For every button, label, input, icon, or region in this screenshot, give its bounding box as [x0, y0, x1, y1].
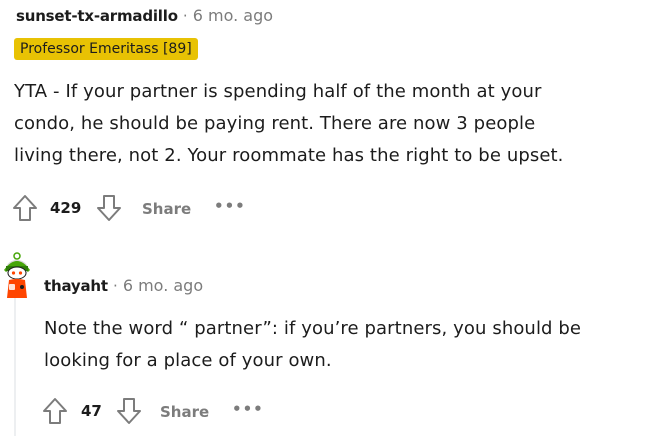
more-options-button[interactable]: ••• [214, 197, 246, 215]
share-button[interactable]: Share [160, 403, 209, 421]
avatar[interactable] [0, 250, 34, 306]
comment-meta: thayaht · 6 mo. ago [44, 276, 203, 295]
timestamp[interactable]: 6 mo. ago [193, 6, 273, 25]
comment-line: living there, not 2. Your roommate has t… [14, 145, 564, 166]
vote-count: 429 [50, 199, 82, 217]
more-options-button[interactable]: ••• [232, 400, 264, 418]
comment-meta: sunset-tx-armadillo · 6 mo. ago [16, 6, 273, 25]
timestamp[interactable]: 6 mo. ago [123, 276, 203, 295]
share-button[interactable]: Share [142, 200, 191, 218]
comment-line: condo, he should be paying rent. There a… [14, 113, 536, 134]
comment-line: looking for a place of your own. [44, 350, 332, 371]
upvote-icon[interactable] [12, 194, 38, 222]
comment-body: Note the word “ partner”: if you’re part… [44, 313, 644, 377]
downvote-icon[interactable] [96, 194, 122, 222]
vote-count: 47 [81, 402, 102, 420]
separator: · [112, 277, 118, 295]
downvote-icon[interactable] [116, 397, 142, 425]
user-flair: Professor Emeritass [89] [14, 38, 198, 60]
upvote-icon[interactable] [42, 397, 68, 425]
comment-line: Note the word “ partner”: if you’re part… [44, 318, 582, 339]
username[interactable]: thayaht [44, 277, 108, 295]
username[interactable]: sunset-tx-armadillo [16, 7, 178, 25]
separator: · [182, 7, 188, 25]
comment-body: YTA - If your partner is spending half o… [14, 76, 644, 172]
comment-line: YTA - If your partner is spending half o… [14, 81, 542, 102]
